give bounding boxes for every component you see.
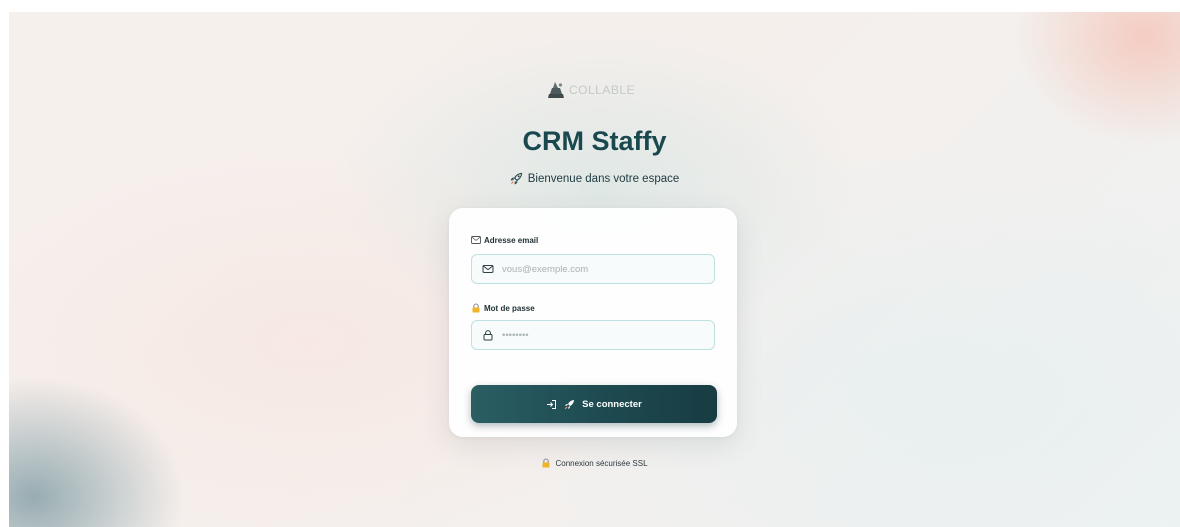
- login-button-label: Se connecter: [582, 398, 642, 410]
- email-label: Adresse email: [471, 235, 538, 245]
- page-title: CRM Staffy: [522, 126, 667, 156]
- password-field[interactable]: [471, 320, 715, 350]
- email-field[interactable]: [471, 254, 715, 284]
- lock-icon: [483, 330, 493, 341]
- password-input[interactable]: [502, 329, 702, 341]
- rocket-icon: [510, 172, 522, 185]
- mail-icon: [482, 265, 494, 273]
- collable-logo-icon: [548, 82, 564, 98]
- ssl-notice: Connexion sécurisée SSL: [9, 458, 1180, 468]
- email-card-icon: [471, 236, 481, 244]
- email-input[interactable]: [502, 263, 702, 275]
- login-button[interactable]: Se connecter: [471, 385, 717, 423]
- brand-logo: COLLABLE: [547, 80, 635, 100]
- email-label-text: Adresse email: [484, 235, 539, 245]
- rocket-icon: [564, 399, 575, 409]
- login-card: Adresse email Mot de passe: [449, 208, 737, 437]
- ssl-notice-text: Connexion sécurisée SSL: [555, 458, 648, 468]
- password-label: Mot de passe: [471, 303, 535, 313]
- lock-emoji-icon: [542, 458, 550, 468]
- login-icon: [547, 399, 557, 409]
- welcome-subtitle: Bienvenue dans votre espace: [9, 172, 1180, 185]
- lock-emoji-icon: [472, 303, 480, 313]
- login-page: COLLABLE CRM Staffy Bienvenue dans votre…: [9, 12, 1180, 527]
- logo-text: COLLABLE: [569, 83, 636, 97]
- password-label-text: Mot de passe: [484, 303, 535, 313]
- subtitle-text: Bienvenue dans votre espace: [527, 172, 680, 185]
